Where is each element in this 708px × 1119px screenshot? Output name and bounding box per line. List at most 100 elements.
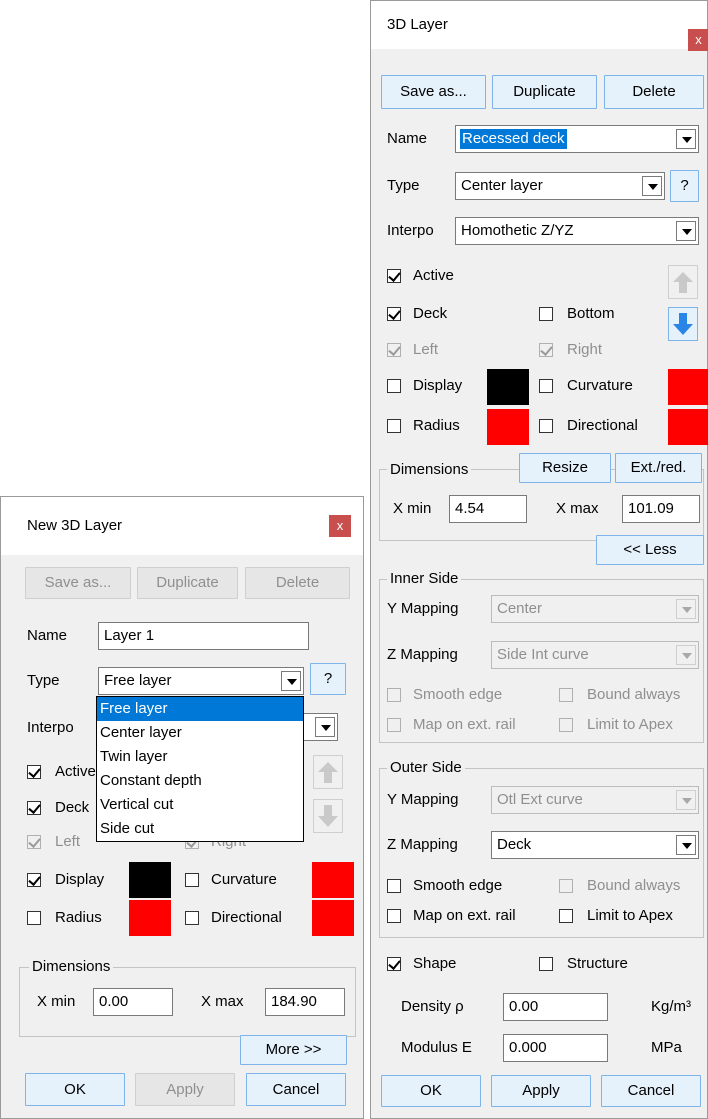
radius-checkbox[interactable]	[387, 419, 401, 433]
ext-red-button[interactable]: Ext./red.	[615, 453, 702, 483]
chevron-down-icon[interactable]	[676, 835, 696, 855]
deck-checkbox[interactable]	[387, 307, 401, 321]
inner-side-title: Inner Side	[387, 570, 462, 588]
save-as-button[interactable]: Save as...	[381, 75, 486, 109]
radius-label: Radius	[413, 417, 460, 434]
inner-map-on-ext-rail-checkbox	[387, 718, 401, 732]
inner-y-mapping-label: Y Mapping	[387, 600, 459, 617]
cancel-button[interactable]: Cancel	[246, 1073, 346, 1106]
display-checkbox[interactable]	[27, 873, 41, 887]
less-button[interactable]: << Less	[596, 535, 704, 565]
radius-color-swatch[interactable]	[129, 900, 171, 936]
ok-button[interactable]: OK	[381, 1075, 481, 1107]
radius-label: Radius	[55, 909, 102, 926]
dropdown-option[interactable]: Center layer	[97, 721, 303, 745]
directional-color-swatch[interactable]	[668, 409, 708, 445]
interpo-combo[interactable]: Homothetic Z/YZ	[455, 217, 699, 245]
dropdown-option[interactable]: Side cut	[97, 817, 303, 841]
outer-z-mapping-combo[interactable]: Deck	[491, 831, 699, 859]
xmin-field[interactable]: 0.00	[93, 988, 173, 1016]
active-checkbox[interactable]	[387, 269, 401, 283]
chevron-down-icon[interactable]	[642, 176, 662, 196]
radius-color-swatch[interactable]	[487, 409, 529, 445]
curvature-color-swatch[interactable]	[312, 862, 354, 898]
chevron-down-icon[interactable]	[676, 221, 696, 241]
dialog-3d-layer: 3D Layer x Save as... Duplicate Delete N…	[370, 0, 708, 1119]
chevron-down-icon[interactable]	[281, 671, 301, 691]
chevron-down-icon	[676, 645, 696, 665]
move-down-button[interactable]	[668, 307, 698, 341]
ok-button[interactable]: OK	[25, 1073, 125, 1106]
move-down-button	[313, 799, 343, 833]
inner-limit-to-apex-label: Limit to Apex	[587, 716, 673, 733]
outer-side-title: Outer Side	[387, 759, 465, 777]
bottom-checkbox[interactable]	[539, 307, 553, 321]
radius-checkbox[interactable]	[27, 911, 41, 925]
xmax-label: X max	[556, 500, 599, 517]
type-value: Free layer	[104, 672, 172, 689]
xmax-field[interactable]: 184.90	[265, 988, 345, 1016]
inner-limit-to-apex-checkbox	[559, 718, 573, 732]
outer-limit-to-apex-label: Limit to Apex	[587, 907, 673, 924]
curvature-checkbox[interactable]	[185, 873, 199, 887]
xmin-field[interactable]: 4.54	[449, 495, 527, 523]
display-color-swatch[interactable]	[129, 862, 171, 898]
density-label: Density ρ	[401, 998, 464, 1015]
resize-button[interactable]: Resize	[519, 453, 611, 483]
help-button[interactable]: ?	[670, 170, 699, 202]
move-up-button[interactable]	[668, 265, 698, 299]
xmax-label: X max	[201, 993, 244, 1010]
name-label: Name	[387, 130, 428, 147]
curvature-label: Curvature	[211, 871, 277, 888]
modulus-field[interactable]: 0.000	[503, 1034, 608, 1062]
active-label: Active	[413, 267, 454, 284]
down-arrow-icon	[673, 313, 693, 335]
delete-button[interactable]: Delete	[604, 75, 704, 109]
directional-color-swatch[interactable]	[312, 900, 354, 936]
type-combo[interactable]: Free layer	[98, 667, 304, 695]
apply-button[interactable]: Apply	[491, 1075, 591, 1107]
dropdown-option[interactable]: Twin layer	[97, 745, 303, 769]
dimensions-title: Dimensions	[387, 461, 472, 479]
dropdown-option[interactable]: Constant depth	[97, 769, 303, 793]
close-button[interactable]: x	[329, 515, 351, 537]
inner-smooth-edge-label: Smooth edge	[413, 686, 503, 703]
up-arrow-icon	[673, 272, 693, 293]
cancel-button[interactable]: Cancel	[601, 1075, 701, 1107]
density-field[interactable]: 0.00	[503, 993, 608, 1021]
type-value: Center layer	[461, 177, 543, 194]
directional-checkbox[interactable]	[539, 419, 553, 433]
curvature-color-swatch[interactable]	[668, 369, 708, 405]
duplicate-button[interactable]: Duplicate	[492, 75, 597, 109]
directional-checkbox[interactable]	[185, 911, 199, 925]
shape-checkbox[interactable]	[387, 957, 401, 971]
dialog-new-3d-layer: New 3D Layer x Save as... Duplicate Dele…	[0, 496, 364, 1119]
help-button[interactable]: ?	[310, 663, 346, 695]
deck-checkbox[interactable]	[27, 801, 41, 815]
chevron-down-icon[interactable]	[315, 717, 335, 737]
display-checkbox[interactable]	[387, 379, 401, 393]
outer-limit-to-apex-checkbox[interactable]	[559, 909, 573, 923]
chevron-down-icon[interactable]	[676, 129, 696, 149]
display-color-swatch[interactable]	[487, 369, 529, 405]
active-checkbox[interactable]	[27, 765, 41, 779]
name-combo[interactable]: Recessed deck	[455, 125, 699, 153]
close-button[interactable]: x	[688, 29, 708, 51]
dropdown-option[interactable]: Vertical cut	[97, 793, 303, 817]
outer-map-on-ext-rail-label: Map on ext. rail	[413, 907, 516, 924]
xmax-field[interactable]: 101.09	[622, 495, 700, 523]
name-field[interactable]: Layer 1	[98, 622, 309, 650]
inner-bound-always-label: Bound always	[587, 686, 681, 703]
outer-y-mapping-combo: Otl Ext curve	[491, 786, 699, 814]
dialog-title: New 3D Layer	[27, 517, 123, 534]
up-arrow-icon	[318, 762, 338, 783]
density-unit: Kg/m³	[651, 998, 692, 1015]
structure-checkbox[interactable]	[539, 957, 553, 971]
inner-map-on-ext-rail-label: Map on ext. rail	[413, 716, 516, 733]
outer-smooth-edge-checkbox[interactable]	[387, 879, 401, 893]
outer-map-on-ext-rail-checkbox[interactable]	[387, 909, 401, 923]
curvature-checkbox[interactable]	[539, 379, 553, 393]
dropdown-option[interactable]: Free layer	[97, 697, 303, 721]
more-button[interactable]: More >>	[240, 1035, 347, 1065]
type-combo[interactable]: Center layer	[455, 172, 665, 200]
